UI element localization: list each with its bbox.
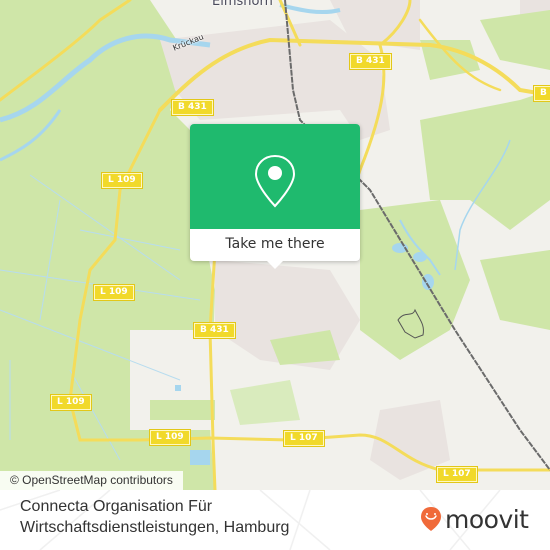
popup-header — [190, 124, 360, 229]
road-label: B 431 — [193, 322, 236, 339]
road-label: L 107 — [436, 466, 478, 483]
take-me-there-button[interactable]: Take me there — [190, 229, 360, 261]
road-label: B — [533, 85, 550, 102]
map[interactable]: Elmshorn Krückau B 431 B 431 B L 109 L 1… — [0, 0, 550, 490]
footer: Connecta Organisation Für Wirtschaftsdie… — [0, 490, 550, 550]
moovit-pin-icon — [421, 507, 441, 531]
place-label-elmshorn: Elmshorn — [212, 0, 273, 9]
road-label: L 109 — [93, 284, 135, 301]
place-title: Connecta Organisation Für Wirtschaftsdie… — [20, 498, 290, 536]
road-label: L 107 — [283, 430, 325, 447]
location-popup: Take me there — [190, 124, 360, 269]
map-attribution[interactable]: © OpenStreetMap contributors — [0, 471, 183, 490]
road-label: L 109 — [50, 394, 92, 411]
location-pin-icon — [254, 154, 296, 208]
moovit-logo[interactable]: moovit — [420, 506, 529, 532]
road-label: L 109 — [101, 172, 143, 189]
road-label: B 431 — [349, 53, 392, 70]
road-label: B 431 — [171, 99, 214, 116]
popup-tail — [267, 261, 283, 269]
moovit-wordmark: moovit — [445, 504, 529, 534]
road-label: L 109 — [149, 429, 191, 446]
